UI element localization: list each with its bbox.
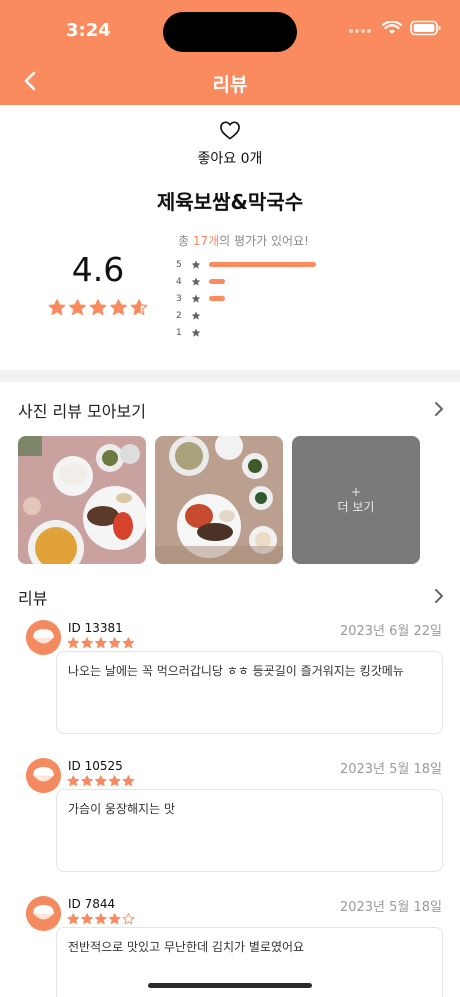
status-icons	[348, 20, 442, 36]
dynamic-island	[163, 12, 297, 52]
more-photos-label: 더 보기	[337, 499, 375, 514]
review-text: 가슴이 웅장해지는 맛	[56, 789, 443, 872]
signal-icon	[349, 29, 371, 33]
photo-review-thumbnail[interactable]	[18, 436, 146, 564]
star-filled-icon	[122, 637, 135, 649]
star-filled-icon	[81, 775, 93, 787]
distribution-row: 4	[176, 273, 316, 290]
distribution-bar	[209, 296, 225, 301]
photo-review-more-button[interactable]	[434, 401, 444, 421]
section-divider	[0, 370, 460, 382]
avatar	[26, 896, 61, 931]
star-filled-icon	[95, 913, 107, 925]
review-section-title: 리뷰	[18, 589, 48, 608]
summary-prefix: 총	[178, 234, 193, 248]
review-date: 2023년 5월 18일	[339, 900, 442, 915]
star-filled-icon	[122, 775, 135, 787]
distribution-score: 2	[176, 310, 182, 321]
star-filled-icon	[108, 775, 121, 787]
rice-bowl-icon	[26, 758, 61, 793]
like-button[interactable]	[219, 120, 241, 144]
reviewer-id: ID 7844	[68, 897, 116, 911]
distribution-row: 2	[176, 307, 316, 324]
review-date: 2023년 6월 22일	[339, 624, 442, 639]
star-small-icon	[186, 277, 206, 287]
star-filled-icon	[95, 637, 107, 649]
star-small-icon	[186, 311, 206, 321]
star-small-icon	[186, 260, 206, 270]
header-bar: 3:24 리뷰	[0, 0, 460, 105]
distribution-row: 3	[176, 290, 316, 307]
distribution-score: 4	[176, 276, 182, 287]
star-filled-icon	[81, 913, 93, 925]
home-indicator[interactable]	[148, 983, 312, 988]
distribution-bar	[209, 262, 316, 267]
rating-distribution: 5 4 3 2 1	[176, 256, 316, 341]
star-filled-icon	[108, 913, 121, 925]
star-small-icon	[186, 328, 206, 338]
reviewer-id: ID 13381	[68, 621, 123, 635]
photo-review-title: 사진 리뷰 모아보기	[18, 402, 146, 421]
chevron-right-icon	[435, 402, 443, 416]
average-rating: 4.6	[71, 250, 125, 289]
chevron-right-icon	[435, 589, 443, 603]
review-date: 2023년 5월 18일	[339, 762, 442, 777]
star-filled-icon	[89, 299, 107, 316]
summary-count: 17개	[192, 234, 220, 248]
star-empty-icon	[122, 913, 135, 925]
menu-title: 제육보쌈&막국수	[156, 190, 304, 214]
star-filled-icon	[67, 913, 80, 925]
star-small-icon	[186, 294, 206, 304]
like-area: 좋아요 0개	[0, 120, 460, 168]
distribution-score: 1	[176, 327, 182, 338]
summary-suffix: 의 평가가 있어요!	[219, 234, 309, 248]
star-filled-icon	[67, 775, 80, 787]
distribution-score: 5	[176, 259, 182, 270]
distribution-row: 5	[176, 256, 316, 273]
rating-summary: 총 17개의 평가가 있어요!	[178, 232, 309, 249]
star-filled-icon	[95, 775, 107, 787]
distribution-score: 3	[176, 293, 182, 304]
distribution-bar	[209, 279, 225, 284]
review-text: 나오는 날에는 꼭 먹으러갑니당 ㅎㅎ 등굣길이 즐거워지는 킹갓메뉴	[56, 651, 443, 734]
star-half-icon	[130, 299, 148, 316]
rice-bowl-icon	[26, 896, 61, 931]
star-filled-icon	[110, 299, 127, 316]
plus-sign: +	[350, 484, 362, 499]
avatar	[26, 620, 61, 655]
photo-grid: + 더 보기	[18, 436, 420, 564]
heart-outline-icon	[220, 121, 240, 140]
review-more-button[interactable]	[434, 588, 444, 608]
photo-review-thumbnail[interactable]	[155, 436, 283, 564]
more-photos-button[interactable]: + 더 보기	[292, 436, 420, 564]
avatar	[26, 758, 61, 793]
status-time: 3:24	[66, 20, 111, 41]
food-photo-image	[155, 436, 283, 564]
star-filled-icon	[48, 299, 66, 316]
food-photo-image	[18, 436, 146, 564]
reviewer-id: ID 10525	[68, 759, 123, 773]
like-count-label: 좋아요 0개	[197, 151, 263, 167]
page-title: 리뷰	[212, 74, 248, 96]
battery-icon	[410, 20, 441, 36]
rice-bowl-icon	[26, 620, 61, 655]
distribution-row: 1	[176, 324, 316, 341]
star-filled-icon	[81, 637, 93, 649]
star-filled-icon	[69, 299, 86, 316]
star-filled-icon	[67, 637, 80, 649]
average-rating-stars	[48, 299, 148, 323]
star-filled-icon	[108, 637, 121, 649]
wifi-icon	[382, 21, 402, 34]
